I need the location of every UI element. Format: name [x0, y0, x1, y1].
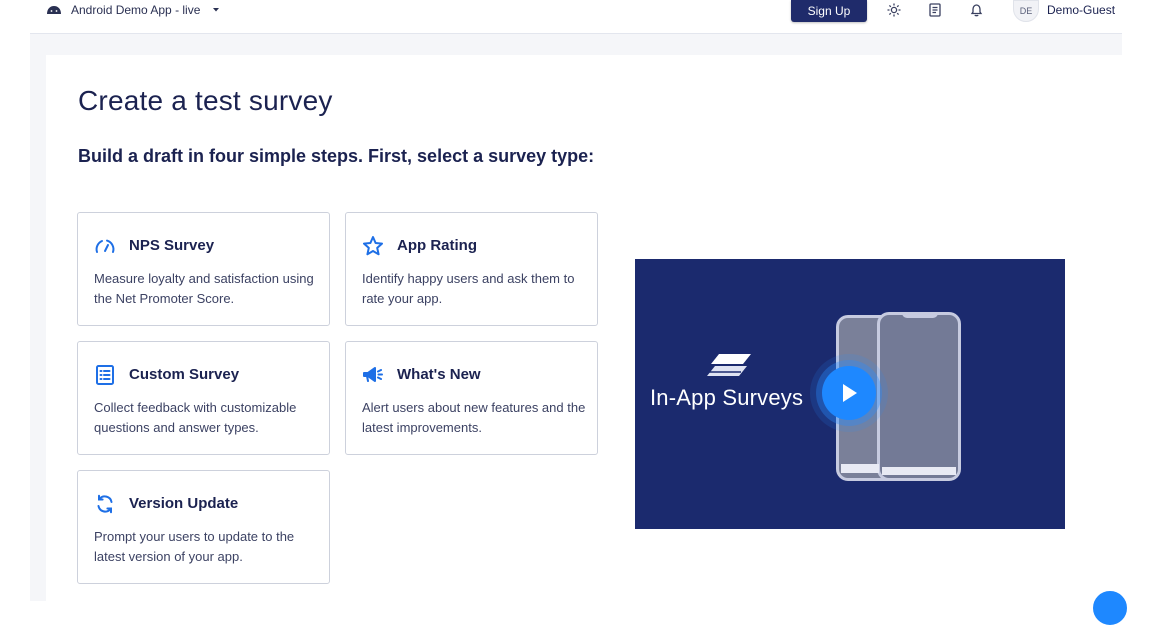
card-title: App Rating — [397, 237, 477, 254]
page-subtitle: Build a draft in four simple steps. Firs… — [78, 146, 595, 166]
nps-survey-card[interactable]: NPS Survey Measure loyalty and satisfact… — [77, 212, 330, 326]
play-button[interactable] — [822, 366, 876, 420]
card-description: Measure loyalty and satisfaction using t… — [94, 271, 314, 306]
video-player[interactable]: In-App Surveys — [635, 259, 1065, 529]
megaphone-icon — [362, 364, 384, 386]
phone-screen-bar — [841, 464, 879, 473]
card-title: Custom Survey — [129, 366, 240, 383]
chat-widget-button[interactable] — [1090, 588, 1130, 628]
username[interactable]: Demo-Guest — [1047, 3, 1115, 17]
card-description: Alert users about new features and the l… — [362, 400, 586, 435]
sign-up-button[interactable]: Sign Up — [791, 0, 867, 22]
gauge-icon — [94, 235, 116, 257]
checklist-icon — [94, 364, 116, 386]
card-title: Version Update — [129, 495, 239, 512]
android-icon — [47, 6, 61, 14]
card-description: Collect feedback with customizable quest… — [94, 400, 297, 435]
document-icon[interactable] — [926, 2, 944, 18]
bell-icon[interactable] — [967, 2, 985, 18]
phone-illustration-front — [877, 312, 961, 481]
whats-new-card[interactable]: What's New Alert users about new feature… — [345, 341, 598, 455]
settings-sparkle-icon[interactable] — [885, 2, 903, 18]
star-icon — [362, 235, 384, 257]
app-rating-card[interactable]: App Rating Identify happy users and ask … — [345, 212, 598, 326]
app-name: Android Demo App - live — [71, 3, 201, 17]
product-logo-icon — [707, 354, 751, 376]
card-description: Prompt your users to update to the lates… — [94, 529, 295, 564]
video-title: In-App Surveys — [650, 385, 804, 410]
phone-screen-bar — [882, 467, 956, 475]
top-bar: Android Demo App - live Sign Up DE Demo-… — [0, 0, 1150, 33]
page-title: Create a test survey — [78, 85, 333, 116]
card-description: Identify happy users and ask them to rat… — [362, 271, 575, 306]
card-title: NPS Survey — [129, 237, 215, 254]
custom-survey-card[interactable]: Custom Survey Collect feedback with cust… — [77, 341, 330, 455]
app-switcher[interactable]: Android Demo App - live — [46, 0, 221, 20]
play-icon — [843, 384, 857, 402]
version-update-card[interactable]: Version Update Prompt your users to upda… — [77, 470, 330, 584]
chevron-down-icon — [213, 8, 220, 12]
card-title: What's New — [397, 366, 481, 383]
avatar[interactable]: DE — [1013, 0, 1039, 22]
refresh-icon — [94, 493, 116, 515]
